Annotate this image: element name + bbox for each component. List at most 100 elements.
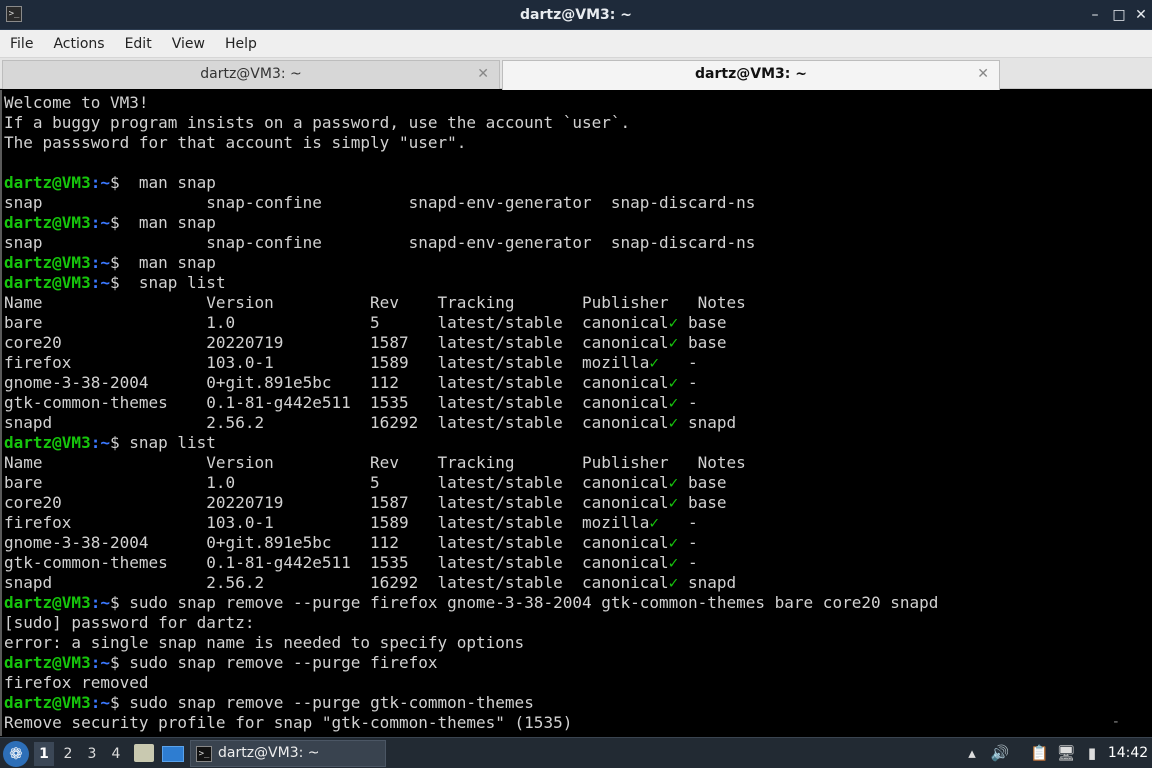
- terminal-prompt-line: dartz@VM3:~$ snap list: [4, 433, 938, 453]
- output-text: firefox 103.0-1 1589 latest/stable mozil…: [4, 513, 650, 532]
- notes-text: -: [659, 353, 698, 372]
- terminal-output[interactable]: Welcome to VM3! If a buggy program insist…: [0, 90, 1152, 736]
- battery-icon[interactable]: ▮: [1082, 743, 1102, 763]
- tab-close-icon[interactable]: ✕: [477, 61, 489, 87]
- terminal-output-line: snapd 2.56.2 16292 latest/stable canonic…: [4, 413, 938, 433]
- verified-check-icon: ✓: [668, 493, 679, 512]
- verified-check-icon: ✓: [668, 413, 679, 432]
- terminal-output-line: bare 1.0 5 latest/stable canonical✓ base: [4, 313, 938, 333]
- command-text: snap list: [119, 273, 226, 292]
- terminal-output-line: Name Version Rev Tracking Publisher Note…: [4, 293, 938, 313]
- notes-text: -: [678, 553, 698, 572]
- menu-actions[interactable]: Actions: [47, 30, 110, 58]
- output-text: bare 1.0 5 latest/stable canonical: [4, 313, 669, 332]
- verified-check-icon: ✓: [668, 373, 679, 392]
- verified-check-icon: ✓: [668, 473, 679, 492]
- workspace-2[interactable]: 2: [58, 742, 78, 766]
- command-text: sudo snap remove --purge gtk-common-them…: [119, 693, 534, 712]
- terminal-output-line: Name Version Rev Tracking Publisher Note…: [4, 453, 938, 473]
- prompt-user: dartz@VM3: [4, 593, 91, 612]
- close-window-button[interactable]: ✕: [1132, 6, 1150, 24]
- tab-close-icon[interactable]: ✕: [977, 61, 989, 87]
- output-text: [sudo] password for dartz:: [4, 613, 255, 632]
- clipboard-icon[interactable]: 📋: [1030, 743, 1049, 763]
- command-text: man snap: [119, 173, 216, 192]
- prompt-user: dartz@VM3: [4, 693, 91, 712]
- notes-text: snapd: [678, 413, 737, 432]
- clock[interactable]: 14:42: [1106, 738, 1150, 768]
- verified-check-icon: ✓: [668, 333, 679, 352]
- tab-label: dartz@VM3: ~: [695, 66, 807, 82]
- notes-text: base: [678, 493, 727, 512]
- notes-text: base: [678, 333, 727, 352]
- notes-text: -: [678, 393, 698, 412]
- scroll-indicator: -: [1111, 714, 1120, 730]
- output-text: Name Version Rev Tracking Publisher Note…: [4, 293, 746, 312]
- verified-check-icon: ✓: [668, 553, 679, 572]
- volume-icon[interactable]: 🔊: [990, 743, 1010, 763]
- menu-edit[interactable]: Edit: [119, 30, 158, 58]
- output-text: Name Version Rev Tracking Publisher Note…: [4, 453, 746, 472]
- terminal-output-line: core20 20220719 1587 latest/stable canon…: [4, 493, 938, 513]
- file-manager-icon[interactable]: [134, 744, 154, 762]
- prompt-symbol: $: [109, 253, 120, 272]
- verified-check-icon: ✓: [668, 533, 679, 552]
- workspace-4[interactable]: 4: [106, 742, 126, 766]
- minimize-button[interactable]: –: [1086, 6, 1104, 24]
- command-text: snap list: [119, 433, 216, 452]
- command-text: sudo snap remove --purge firefox gnome-3…: [119, 593, 939, 612]
- prompt-path: :~: [90, 653, 110, 672]
- prompt-user: dartz@VM3: [4, 213, 91, 232]
- terminal-output-line: gnome-3-38-2004 0+git.891e5bc 112 latest…: [4, 533, 938, 553]
- workspace-1[interactable]: 1: [34, 742, 54, 766]
- show-desktop-icon[interactable]: [162, 746, 184, 762]
- menu-help[interactable]: Help: [219, 30, 263, 58]
- prompt-user: dartz@VM3: [4, 653, 91, 672]
- tab-terminal-2[interactable]: dartz@VM3: ~ ✕: [502, 60, 1000, 90]
- terminal-output-line: Remove security profile for snap "gtk-co…: [4, 713, 938, 733]
- terminal-prompt-line: dartz@VM3:~$ sudo snap remove --purge gt…: [4, 693, 938, 713]
- menu-view[interactable]: View: [166, 30, 211, 58]
- notes-text: snapd: [678, 573, 737, 592]
- network-icon[interactable]: 🖥: [1056, 743, 1076, 763]
- prompt-path: :~: [90, 173, 110, 192]
- prompt-path: :~: [90, 213, 110, 232]
- start-menu-button[interactable]: ❁: [3, 741, 29, 767]
- prompt-symbol: $: [109, 433, 120, 452]
- verified-check-icon: ✓: [668, 393, 679, 412]
- output-text: gnome-3-38-2004 0+git.891e5bc 112 latest…: [4, 533, 669, 552]
- output-text: core20 20220719 1587 latest/stable canon…: [4, 493, 669, 512]
- prompt-user: dartz@VM3: [4, 433, 91, 452]
- terminal-prompt-line: dartz@VM3:~$ sudo snap remove --purge fi…: [4, 593, 938, 613]
- output-text: Remove security profile for snap "gtk-co…: [4, 713, 573, 732]
- output-text: The passsword for that account is simply…: [4, 133, 467, 152]
- command-text: man snap: [119, 253, 216, 272]
- terminal-output-line: bare 1.0 5 latest/stable canonical✓ base: [4, 473, 938, 493]
- prompt-user: dartz@VM3: [4, 253, 91, 272]
- prompt-path: :~: [90, 253, 110, 272]
- terminal-output-line: core20 20220719 1587 latest/stable canon…: [4, 333, 938, 353]
- menu-bar: File Actions Edit View Help: [0, 30, 1152, 58]
- maximize-button[interactable]: □: [1110, 6, 1128, 24]
- terminal-output-line: snap snap-confine snapd-env-generator sn…: [4, 233, 938, 253]
- taskbar: ❁ 1 2 3 4 >_ dartz@VM3: ~ ▴ 🔊 📋 🖥 ▮ 14:4…: [0, 737, 1152, 768]
- menu-file[interactable]: File: [4, 30, 39, 58]
- terminal-output-line: gtk-common-themes 0.1-81-g442e511 1535 l…: [4, 553, 938, 573]
- terminal-output-line: [sudo] password for dartz:: [4, 613, 938, 633]
- notes-text: base: [678, 473, 727, 492]
- terminal-output-line: If a buggy program insists on a password…: [4, 113, 938, 133]
- workspace-3[interactable]: 3: [82, 742, 102, 766]
- prompt-symbol: $: [109, 593, 120, 612]
- tab-terminal-1[interactable]: dartz@VM3: ~ ✕: [2, 60, 500, 89]
- prompt-symbol: $: [109, 653, 120, 672]
- terminal-output-line: snapd 2.56.2 16292 latest/stable canonic…: [4, 573, 938, 593]
- terminal-output-line: gnome-3-38-2004 0+git.891e5bc 112 latest…: [4, 373, 938, 393]
- tray-expand-icon[interactable]: ▴: [964, 743, 980, 763]
- output-text: error: a single snap name is needed to s…: [4, 633, 525, 652]
- output-text: core20 20220719 1587 latest/stable canon…: [4, 333, 669, 352]
- prompt-path: :~: [90, 593, 110, 612]
- prompt-symbol: $: [109, 173, 120, 192]
- output-text: Welcome to VM3!: [4, 93, 149, 112]
- taskbar-window-item[interactable]: >_ dartz@VM3: ~: [190, 740, 386, 767]
- prompt-path: :~: [90, 693, 110, 712]
